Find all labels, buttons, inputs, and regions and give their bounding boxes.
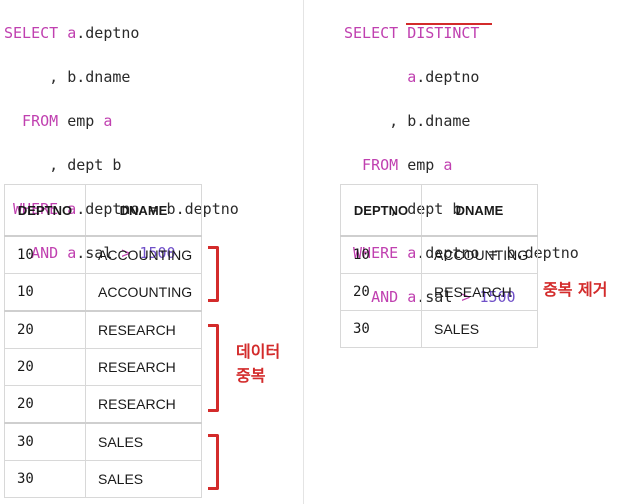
dname-cell: ACCOUNTING	[421, 235, 538, 274]
distinct-keyword: DISTINCT	[407, 24, 480, 42]
table-row: 10 ACCOUNTING	[4, 273, 202, 312]
dname-cell: RESEARCH	[85, 310, 202, 349]
duplicate-bracket-accounting	[208, 246, 219, 302]
code-line: SELECT a.deptno	[4, 24, 140, 42]
duplicate-data-label: 데이터 중복	[236, 342, 281, 385]
dname-cell: ACCOUNTING	[85, 273, 202, 312]
deptno-cell: 20	[4, 385, 86, 424]
dname-cell: ACCOUNTING	[85, 235, 202, 274]
column-header: DNAME	[421, 184, 538, 237]
deptno-cell: 20	[4, 348, 86, 386]
dname-cell: SALES	[85, 422, 202, 461]
deptno-cell: 10	[4, 273, 86, 312]
table-row: 20 RESEARCH	[4, 385, 202, 424]
dedupe-label: 중복 제거	[543, 280, 608, 299]
dname-cell: RESEARCH	[85, 385, 202, 424]
table-row: 30 SALES	[4, 460, 202, 498]
dname-cell: SALES	[85, 460, 202, 498]
code-line: FROM emp a	[344, 156, 453, 174]
deptno-cell: 20	[340, 273, 422, 311]
left-result-table: DEPTNO DNAME 10 ACCOUNTING 10 ACCOUNTING…	[4, 184, 202, 498]
table-header-row: DEPTNO DNAME	[340, 184, 538, 237]
deptno-cell: 30	[340, 310, 422, 348]
column-header: DNAME	[85, 184, 202, 237]
panel-divider	[303, 0, 304, 504]
table-row: 10 ACCOUNTING	[4, 235, 202, 274]
deptno-cell: 20	[4, 310, 86, 349]
table-header-row: DEPTNO DNAME	[4, 184, 202, 237]
column-header: DEPTNO	[4, 184, 86, 237]
dname-cell: RESEARCH	[421, 273, 538, 311]
deptno-cell: 30	[4, 422, 86, 461]
code-line: a.deptno	[407, 68, 480, 86]
table-row: 20 RESEARCH	[4, 310, 202, 349]
column-header: DEPTNO	[340, 184, 422, 237]
table-row: 20 RESEARCH	[4, 348, 202, 386]
table-row: 10 ACCOUNTING	[340, 235, 538, 274]
duplicate-bracket-research	[208, 324, 219, 412]
distinct-underline	[406, 23, 492, 25]
duplicate-bracket-sales	[208, 434, 219, 490]
table-row: 30 SALES	[340, 310, 538, 348]
table-row: 30 SALES	[4, 422, 202, 461]
dname-cell: RESEARCH	[85, 348, 202, 386]
deptno-cell: 10	[4, 235, 86, 274]
dname-cell: SALES	[421, 310, 538, 348]
code-line: FROM emp a	[4, 112, 113, 130]
deptno-cell: 30	[4, 460, 86, 498]
code-line: , b.dname	[344, 112, 471, 130]
right-result-table: DEPTNO DNAME 10 ACCOUNTING 20 RESEARCH 3…	[340, 184, 538, 348]
code-line: , b.dname	[4, 68, 131, 86]
table-row: 20 RESEARCH	[340, 273, 538, 311]
deptno-cell: 10	[340, 235, 422, 274]
code-line: SELECT DISTINCT	[344, 24, 480, 42]
code-line: , dept b	[4, 156, 122, 174]
